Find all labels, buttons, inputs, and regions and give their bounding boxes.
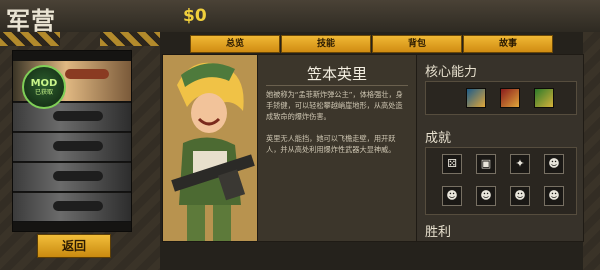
tab-overview[interactable]: 总览 — [190, 35, 280, 53]
page-title: 军营 — [6, 7, 56, 35]
core-abilities-box — [425, 81, 577, 115]
money-counter: $0 — [183, 6, 207, 26]
mod-badge-subtext: 已获取 — [34, 89, 53, 96]
soldier-icon[interactable]: ☻ — [476, 186, 496, 206]
tank-icon[interactable]: ▣ — [476, 154, 496, 174]
name-divider — [266, 85, 408, 86]
right-edge — [583, 32, 600, 270]
soldier-icon[interactable]: ☻ — [544, 186, 564, 206]
roster-item[interactable] — [13, 193, 131, 222]
target-icon[interactable]: ✦ — [510, 154, 530, 174]
achievements-box: ⚄ ▣ ✦ ☻ ☻ ☻ ☻ ☻ — [425, 147, 577, 215]
grenade-skill-icon[interactable] — [534, 88, 554, 108]
roster-item[interactable] — [13, 103, 131, 132]
dice-icon[interactable]: ⚄ — [442, 154, 462, 174]
tab-inventory[interactable]: 背包 — [372, 35, 462, 53]
character-description-2: 英里无人能挡，她可以飞檐走壁，用开跃人，并从高处利用爆炸性武器大显神威。 — [266, 134, 396, 154]
hazard-stripe — [0, 32, 60, 46]
character-description-1: 她被称为“孟菲斯炸弹公主”，体格强壮，身手矫健，可以轻松攀越峭崖地形，从高处造成… — [266, 90, 403, 121]
achievements-title: 成就 — [425, 131, 452, 146]
top-bar: 军营 $0 — [0, 0, 600, 35]
abilities-panel: 核心能力 成就 ⚄ ▣ ✦ ☻ ☻ ☻ ☻ ☻ 胜利 — [416, 54, 584, 242]
explosion-skill-icon[interactable] — [500, 88, 520, 108]
bomb-skill-icon[interactable] — [466, 88, 486, 108]
barracks-screen: 军营 $0 MOD 已获取 返回 总览 技能 背包 故事 笠本英里 她被称为“孟… — [0, 0, 600, 270]
tab-skills[interactable]: 技能 — [281, 35, 371, 53]
back-button[interactable]: 返回 — [37, 234, 111, 258]
character-portrait — [162, 54, 258, 242]
mod-badge-text: MOD — [30, 78, 58, 89]
soldier-icon[interactable]: ☻ — [544, 154, 564, 174]
core-abilities-title: 核心能力 — [425, 65, 478, 80]
hazard-stripe — [100, 32, 160, 46]
character-name: 笠本英里 — [306, 65, 367, 83]
victory-title: 胜利 — [425, 225, 452, 240]
soldier-icon[interactable]: ☻ — [510, 186, 530, 206]
mod-badge-icon: MOD 已获取 — [22, 65, 66, 109]
tab-story[interactable]: 故事 — [463, 35, 553, 53]
character-info-panel: 笠本英里 她被称为“孟菲斯炸弹公主”，体格强壮，身手矫健，可以轻松攀越峭崖地形，… — [257, 54, 417, 242]
soldier-icon[interactable]: ☻ — [442, 186, 462, 206]
roster-item[interactable] — [13, 133, 131, 162]
roster-item[interactable] — [13, 163, 131, 192]
character-art-icon — [163, 55, 257, 241]
